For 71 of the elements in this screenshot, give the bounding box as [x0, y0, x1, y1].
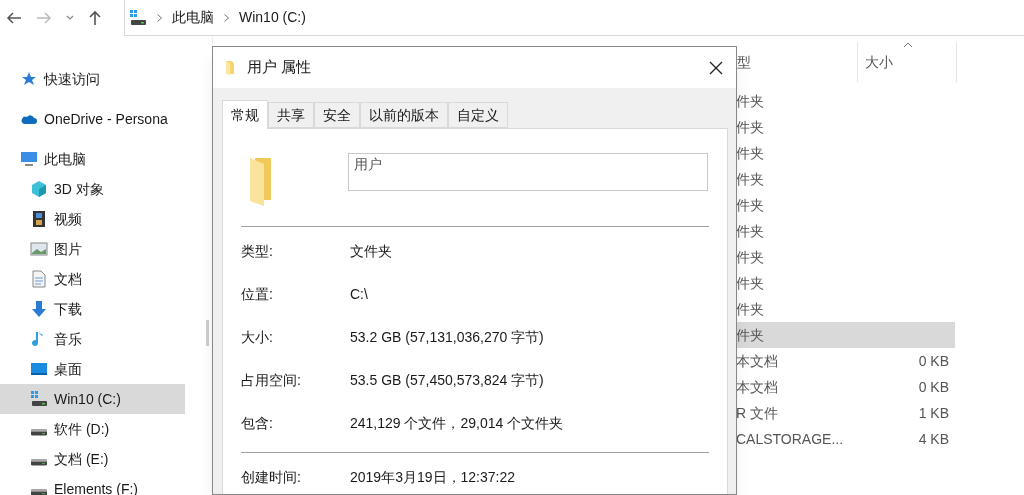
address-bar[interactable]: 此电脑 Win10 (C:) — [124, 0, 1024, 36]
tab[interactable]: 常规 — [222, 100, 268, 129]
nav-item[interactable]: 软件 (D:) — [0, 414, 185, 444]
property-value: 文件夹 — [350, 242, 392, 261]
property-label: 创建时间: — [241, 468, 302, 487]
monitor-icon — [20, 150, 38, 168]
file-row[interactable]: 件夹 — [736, 114, 955, 140]
nav-item[interactable]: 此电脑 — [0, 144, 185, 174]
property-label: 大小: — [241, 328, 274, 347]
file-row[interactable]: 件夹 — [736, 218, 955, 244]
drive-icon — [129, 8, 147, 27]
property-value: 241,129 个文件，29,014 个文件夹 — [350, 414, 564, 433]
property-label: 位置: — [241, 285, 274, 304]
film-icon — [30, 210, 48, 228]
nav-item[interactable]: 图片 — [0, 234, 185, 264]
nav-item[interactable]: OneDrive - Persona — [0, 104, 185, 134]
property-value: 2019年3月19日，12:37:22 — [350, 468, 515, 487]
file-row[interactable]: 件夹 — [736, 322, 955, 348]
dialog-title: 用户 属性 — [247, 57, 313, 78]
file-row[interactable]: 件夹 — [736, 296, 955, 322]
chevron-icon — [157, 13, 162, 22]
name-field[interactable]: 用户 — [348, 153, 708, 191]
file-row[interactable]: 件夹 — [736, 140, 955, 166]
property-label: 占用空间: — [241, 371, 302, 390]
file-row[interactable]: 件夹 — [736, 88, 955, 114]
file-row[interactable]: 件夹 — [736, 166, 955, 192]
cube-icon — [30, 180, 48, 198]
star-icon — [20, 70, 38, 88]
nav-item[interactable]: 快速访问 — [0, 64, 185, 94]
tab[interactable]: 共享 — [268, 102, 314, 128]
close-icon — [709, 60, 723, 75]
file-row[interactable]: 本文档 0 KB — [736, 374, 955, 400]
breadcrumb[interactable]: 此电脑 — [172, 7, 214, 28]
nav-item[interactable]: 桌面 — [0, 354, 185, 384]
nav-item[interactable]: 视频 — [0, 204, 185, 234]
nav-item[interactable]: Win10 (C:) — [0, 384, 185, 414]
up-icon[interactable] — [88, 10, 102, 26]
property-value: 53.2 GB (57,131,036,270 字节) — [350, 328, 544, 347]
drive-icon — [30, 488, 48, 495]
picture-icon — [30, 240, 48, 258]
drive-icon — [30, 458, 48, 466]
folder-icon — [225, 59, 237, 76]
nav-item[interactable]: 音乐 — [0, 324, 185, 354]
forward-icon[interactable] — [36, 11, 52, 25]
drive-icon — [30, 428, 48, 436]
file-row[interactable]: 件夹 — [736, 192, 955, 218]
property-value: 53.5 GB (57,450,573,824 字节) — [350, 371, 544, 390]
file-row[interactable]: 件夹 — [736, 244, 955, 270]
tab[interactable]: 安全 — [314, 102, 360, 128]
nav-item[interactable]: 下载 — [0, 294, 185, 324]
file-row[interactable]: R 文件 1 KB — [736, 400, 955, 426]
breadcrumb[interactable]: Win10 (C:) — [239, 7, 306, 28]
nav-item[interactable]: 文档 — [0, 264, 185, 294]
tab[interactable]: 以前的版本 — [360, 102, 448, 128]
file-row[interactable]: CALSTORAGE... 4 KB — [736, 426, 955, 452]
document-icon — [30, 270, 48, 288]
drive-icon — [30, 390, 48, 408]
file-row[interactable]: 本文档 0 KB — [736, 348, 955, 374]
nav-item[interactable]: 3D 对象 — [0, 174, 185, 204]
chevron-icon — [224, 13, 229, 22]
back-icon[interactable] — [6, 11, 22, 25]
dropdown-icon[interactable] — [66, 15, 74, 21]
nav-item[interactable]: 文档 (E:) — [0, 444, 185, 474]
down-arrow-icon — [30, 300, 48, 318]
desktop-icon — [30, 360, 48, 378]
tab[interactable]: 自定义 — [448, 102, 508, 128]
property-value: C:\ — [350, 285, 368, 304]
property-label: 类型: — [241, 242, 274, 261]
property-label: 包含: — [241, 414, 274, 433]
column-header[interactable]: 大小 — [858, 42, 957, 82]
file-row[interactable]: 件夹 — [736, 270, 955, 296]
